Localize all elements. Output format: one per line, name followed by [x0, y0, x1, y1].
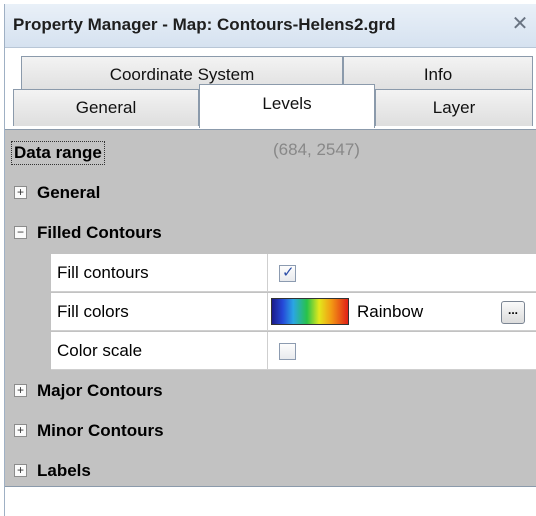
ellipsis-button[interactable]: ...	[501, 301, 525, 324]
property-label: Color scale	[57, 341, 143, 360]
expand-icon[interactable]: +	[14, 424, 27, 437]
property-row-fill-colors: Fill colors Rainbow ...	[51, 293, 536, 331]
property-label: Fill colors	[57, 302, 129, 321]
category-label: Filled Contours	[37, 223, 162, 242]
category-labels[interactable]: + Labels	[5, 452, 536, 490]
expand-icon[interactable]: +	[14, 464, 27, 477]
category-minor-contours[interactable]: + Minor Contours	[5, 412, 536, 450]
tab-levels[interactable]: Levels	[199, 84, 375, 128]
data-range-row: Data range (684, 2547)	[5, 130, 536, 172]
column-divider	[267, 254, 268, 292]
column-divider	[267, 293, 268, 331]
rainbow-colormap-swatch[interactable]	[271, 298, 349, 325]
property-label: Fill contours	[57, 263, 149, 282]
category-label: Minor Contours	[37, 421, 164, 440]
property-row-color-scale: Color scale	[51, 332, 536, 370]
tab-layer[interactable]: Layer	[375, 89, 533, 126]
category-major-contours[interactable]: + Major Contours	[5, 372, 536, 410]
category-label: Labels	[37, 461, 91, 480]
colormap-name: Rainbow	[357, 302, 424, 321]
category-filled-contours[interactable]: − Filled Contours	[5, 214, 536, 252]
data-range-label[interactable]: Data range	[11, 141, 105, 165]
property-grid: Data range (684, 2547) + General − Fille…	[5, 129, 536, 516]
property-manager-panel: Property Manager - Map: Contours-Helens2…	[4, 4, 536, 516]
color-scale-checkbox[interactable]	[279, 343, 296, 360]
tab-row-bottom: General Levels Layer	[5, 84, 536, 128]
category-general[interactable]: + General	[5, 174, 536, 212]
checkmark-icon: ✓	[282, 264, 295, 281]
window-title: Property Manager - Map: Contours-Helens2…	[13, 15, 396, 34]
title-bar: Property Manager - Map: Contours-Helens2…	[5, 4, 536, 48]
data-range-value: (684, 2547)	[273, 140, 360, 159]
property-row-fill-contours: Fill contours ✓	[51, 254, 536, 292]
expand-icon[interactable]: +	[14, 186, 27, 199]
column-divider	[267, 332, 268, 370]
close-icon[interactable]: ✕	[509, 13, 531, 35]
tab-general[interactable]: General	[13, 89, 199, 126]
description-area	[5, 486, 536, 516]
category-label: Major Contours	[37, 381, 163, 400]
fill-contours-checkbox[interactable]: ✓	[279, 264, 296, 282]
category-label: General	[37, 183, 101, 202]
expand-icon[interactable]: +	[14, 384, 27, 397]
collapse-icon[interactable]: −	[14, 226, 27, 239]
